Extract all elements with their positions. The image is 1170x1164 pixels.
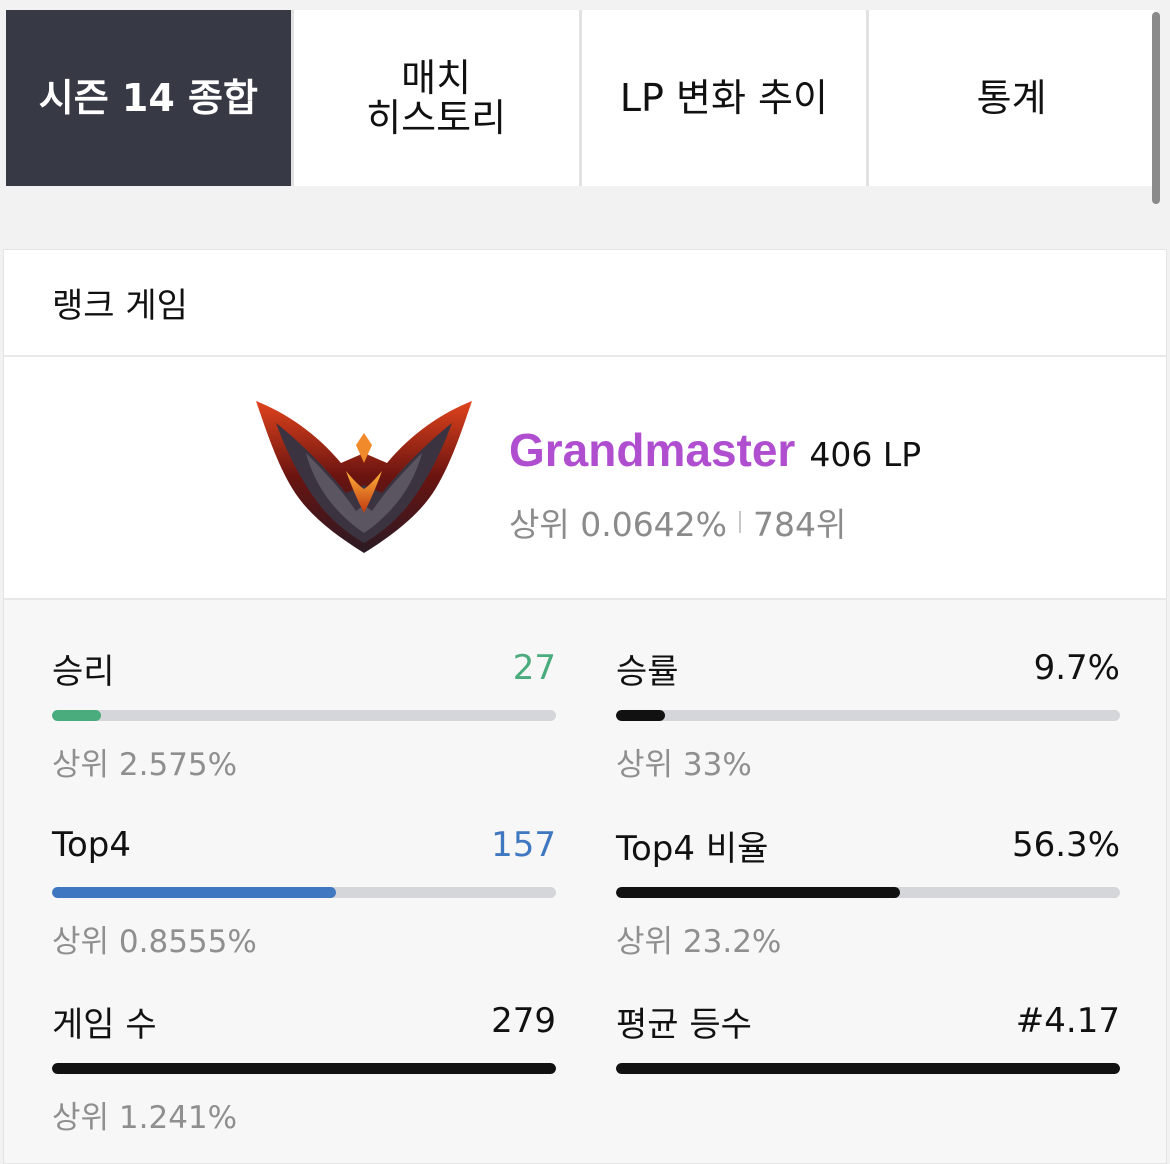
- stat-win-rate: 승률 9.7% 상위 33%: [616, 648, 1120, 784]
- tier-name: Grandmaster: [509, 424, 796, 476]
- stat-bar-fill: [52, 710, 101, 721]
- stat-label: Top4 비율: [616, 828, 769, 869]
- ranked-game-card: 랭크 게임 Grandmaster 406 LP 상위 0.0642% 784위…: [3, 249, 1167, 1164]
- stats-grid: 승리 27 상위 2.575% 승률 9.7% 상위 33% Top4 157 …: [4, 600, 1166, 1163]
- stat-rank-percent: 상위 0.8555%: [52, 924, 257, 960]
- stat-avg-placement: 평균 등수 #4.17: [616, 1001, 1120, 1092]
- stat-rank-percent: 상위 23.2%: [616, 924, 782, 960]
- tab-season-summary[interactable]: 시즌 14 종합: [6, 10, 291, 186]
- stat-label: 게임 수: [52, 1004, 157, 1045]
- ladder-position: 784위: [753, 505, 847, 544]
- stat-wins: 승리 27 상위 2.575%: [52, 648, 556, 784]
- stat-rank-percent: 상위 2.575%: [52, 747, 238, 783]
- grandmaster-emblem-icon: [256, 401, 472, 553]
- rank-subtext: 상위 0.0642% 784위: [509, 498, 846, 546]
- stat-label: 승리: [52, 651, 115, 692]
- tab-lp-trend[interactable]: LP 변화 추이: [581, 10, 867, 186]
- stat-bar: [52, 887, 556, 898]
- top-percent: 상위 0.0642%: [509, 505, 728, 544]
- tier-line: Grandmaster 406 LP: [509, 423, 921, 477]
- stat-top4: Top4 157 상위 0.8555%: [52, 825, 556, 961]
- stat-rank-percent: 상위 1.241%: [52, 1100, 238, 1136]
- stat-rank-percent: 상위 33%: [616, 747, 752, 783]
- stat-bar: [616, 710, 1120, 721]
- tab-match-history[interactable]: 매치 히스토리: [293, 10, 579, 186]
- stat-value: 56.3%: [1011, 825, 1120, 865]
- stat-bar: [616, 1063, 1120, 1074]
- stat-bar-fill: [616, 887, 900, 898]
- stat-label: Top4: [52, 825, 132, 865]
- divider: [739, 511, 742, 533]
- stat-bar-fill: [616, 710, 665, 721]
- stat-bar-fill: [52, 887, 336, 898]
- stat-bar: [616, 887, 1120, 898]
- stat-top4-rate: Top4 비율 56.3% 상위 23.2%: [616, 825, 1120, 961]
- rank-summary: Grandmaster 406 LP 상위 0.0642% 784위: [4, 357, 1166, 600]
- card-title: 랭크 게임: [4, 250, 1166, 357]
- stat-bar: [52, 710, 556, 721]
- stat-label: 승률: [616, 651, 679, 692]
- tier-lp: 406 LP: [809, 435, 922, 474]
- tab-bar: 시즌 14 종합 매치 히스토리 LP 변화 추이 통계: [6, 10, 1154, 186]
- stat-value: #4.17: [1015, 1001, 1120, 1041]
- scrollbar[interactable]: [1152, 12, 1160, 204]
- stat-value: 9.7%: [1033, 648, 1120, 688]
- tab-statistics[interactable]: 통계: [869, 10, 1154, 186]
- stat-label: 평균 등수: [616, 1004, 752, 1045]
- stat-value: 279: [491, 1001, 556, 1041]
- stat-bar-fill: [616, 1063, 1120, 1074]
- stat-bar-fill: [52, 1063, 556, 1074]
- stat-games: 게임 수 279 상위 1.241%: [52, 1001, 556, 1137]
- stat-value: 157: [491, 825, 556, 865]
- stat-bar: [52, 1063, 556, 1074]
- stat-value: 27: [512, 648, 556, 688]
